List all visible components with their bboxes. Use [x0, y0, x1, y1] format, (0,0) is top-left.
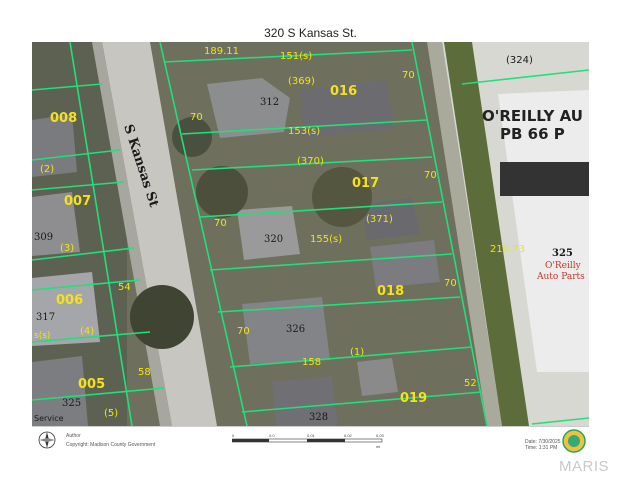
- parcel-id: 006: [56, 293, 83, 308]
- parcel-id: 008: [50, 111, 77, 126]
- parcel-id: 005: [78, 377, 105, 392]
- parcel-id: 007: [64, 194, 91, 209]
- dimension: 70: [214, 218, 227, 229]
- business-name-2: Auto Parts: [536, 272, 585, 282]
- parcel-ref: (1): [350, 347, 364, 358]
- building-shadow: [500, 162, 589, 196]
- dimension: 158: [302, 357, 321, 368]
- county-logo-icon: [562, 429, 586, 453]
- maris-brand: MARIS: [558, 458, 609, 475]
- scale-tick: 0: [232, 433, 235, 438]
- business-number: 325: [552, 248, 573, 259]
- parcel-ref: (5): [104, 408, 118, 419]
- dimension: 70: [190, 112, 203, 123]
- parcel-ref: (4): [80, 326, 94, 337]
- tree: [196, 166, 248, 218]
- parcel-id: 016: [330, 84, 357, 99]
- north-arrow-icon: [38, 431, 56, 449]
- dimension: 70: [237, 326, 250, 337]
- house-number: 317: [36, 312, 55, 323]
- scale-tick: 0.03: [376, 433, 385, 438]
- parcel-ref: (369): [288, 76, 315, 87]
- dimension: 52: [464, 378, 477, 389]
- parcel-ref: (371): [366, 214, 393, 225]
- tree: [130, 285, 194, 349]
- map-footer: Author Copyright: Madison County Governm…: [32, 426, 589, 455]
- business-sign: O'REILLY AU: [482, 107, 583, 125]
- dimension: 151(s): [280, 51, 312, 62]
- scale-tick: 0.0: [269, 433, 275, 438]
- author-label: Author: [66, 433, 81, 439]
- dimension: 70: [402, 70, 415, 81]
- house-number: 328: [309, 412, 328, 423]
- house-number: 320: [264, 234, 283, 245]
- dimension: 153(s): [288, 126, 320, 137]
- dimension: 70: [424, 170, 437, 181]
- aerial-map[interactable]: 312 320 326 328 309 317 325 016 017 018 …: [32, 42, 589, 426]
- map-canvas[interactable]: 312 320 326 328 309 317 325 016 017 018 …: [32, 42, 589, 426]
- business-name-1: O'Reilly: [545, 261, 582, 271]
- small-label-a: s(s): [34, 331, 50, 341]
- scale-bar: 0 0.0 0.01 0.02 0.03 mi: [232, 433, 385, 449]
- copyright-text: Copyright: Madison County Government: [66, 442, 156, 448]
- parcel-id: 018: [377, 284, 404, 299]
- service-label: Service: [34, 414, 64, 423]
- parcel-id: 019: [400, 391, 427, 406]
- print-date: Date: 7/30/2025 Time: 1:31 PM: [525, 439, 561, 451]
- scale-tick: 0.02: [344, 433, 353, 438]
- garage: [357, 358, 398, 396]
- dimension: 189.11: [204, 46, 239, 57]
- parcel-id: 017: [352, 176, 379, 191]
- house-324: [370, 240, 440, 288]
- dimension: 58: [138, 367, 151, 378]
- dimension: 155(s): [310, 234, 342, 245]
- parcel-ref: (324): [506, 55, 533, 66]
- parcel-ref: (3): [60, 243, 74, 254]
- house-number: 312: [260, 97, 279, 108]
- house-number: 309: [34, 232, 53, 243]
- map-title: 320 S Kansas St.: [264, 26, 357, 40]
- house-328: [272, 376, 338, 426]
- plat-label: PB 66 P: [500, 125, 565, 143]
- time-text: Time: 1:31 PM: [525, 445, 558, 451]
- scale-unit: mi: [376, 444, 380, 449]
- house-number: 325: [62, 398, 81, 409]
- parcel-ref: (2): [40, 164, 54, 175]
- dimension: 70: [444, 278, 457, 289]
- parcel-ref: (370): [297, 156, 324, 167]
- dimension: 210.73: [490, 244, 525, 255]
- dimension: 54: [118, 282, 131, 293]
- scale-tick: 0.01: [307, 433, 316, 438]
- house-number: 326: [286, 324, 305, 335]
